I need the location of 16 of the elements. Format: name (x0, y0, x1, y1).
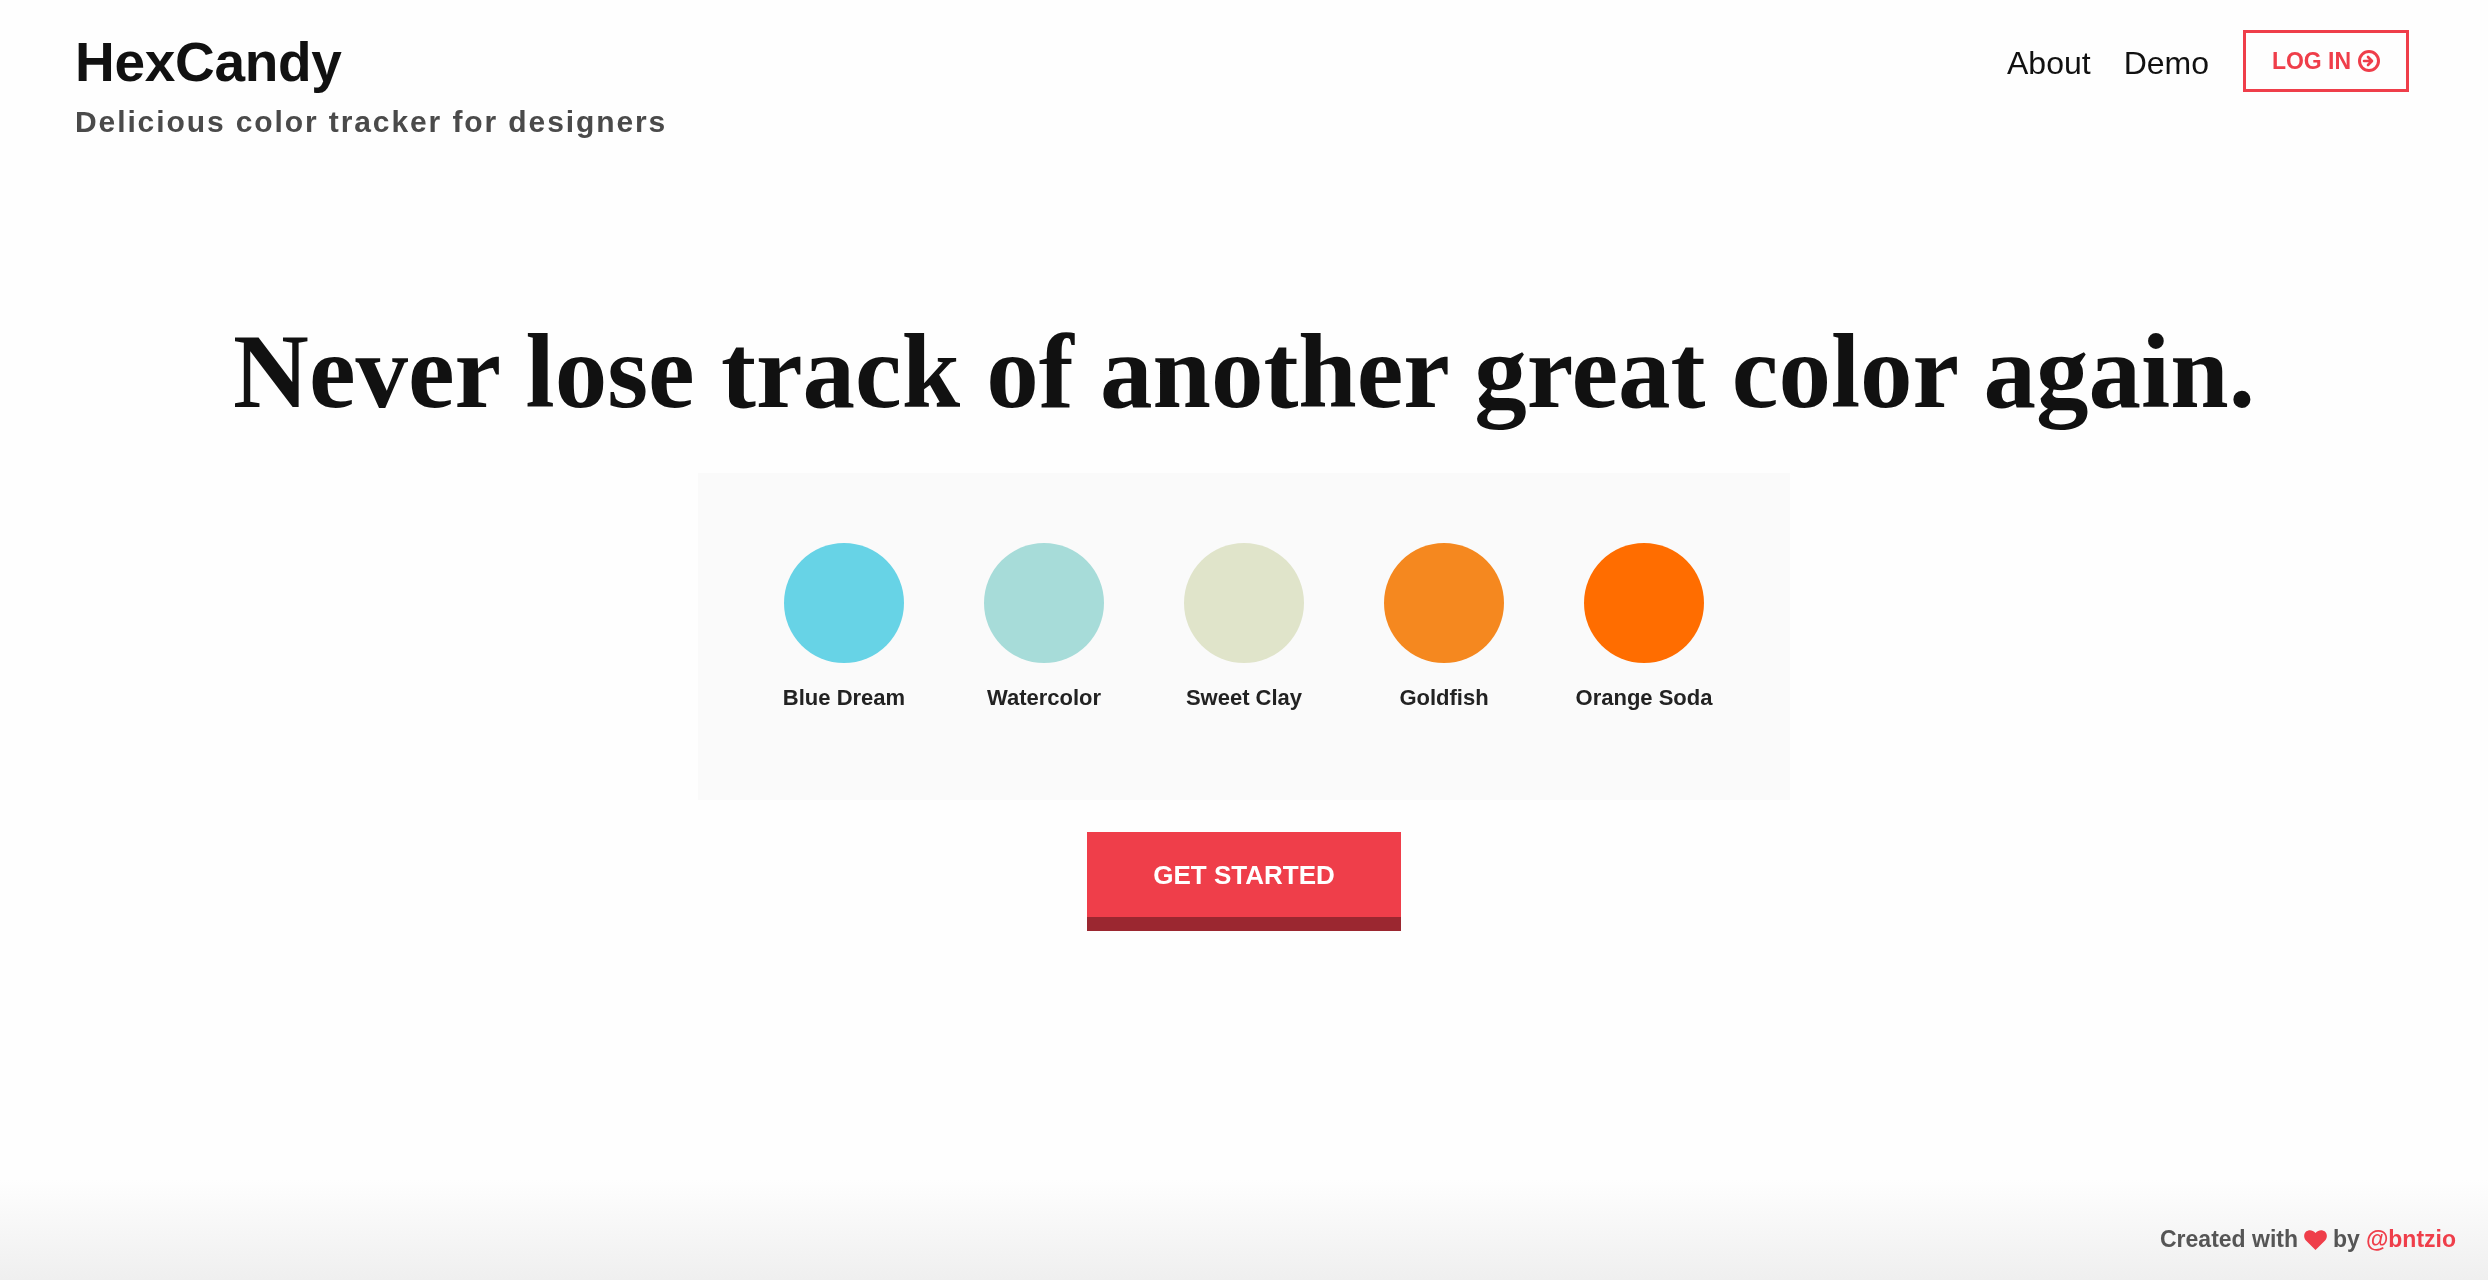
swatch-name: Orange Soda (1575, 687, 1713, 709)
nav-link[interactable]: Demo (2123, 46, 2209, 79)
credit-text: by (2333, 1228, 2360, 1251)
swatch-name: Sweet Clay (1185, 687, 1303, 709)
swatch-name: Goldfish (1399, 687, 1489, 709)
login-button[interactable]: LOG IN (2243, 30, 2409, 92)
nav-link[interactable]: About (2007, 46, 2091, 79)
credit-text: Created with (2160, 1228, 2299, 1251)
arrow-circle-icon (2358, 50, 2381, 72)
author-link[interactable]: @bntzio (2365, 1228, 2456, 1251)
tagline: Delicious color tracker for designers (75, 107, 668, 137)
headline: Never lose track of another great color again. (233, 312, 2255, 432)
get-started-button[interactable]: GET STARTED (1087, 832, 1401, 931)
swatch-name: Watercolor (986, 687, 1102, 709)
swatch-name: Blue Dream (782, 687, 906, 709)
heart-icon (2304, 1229, 2328, 1250)
